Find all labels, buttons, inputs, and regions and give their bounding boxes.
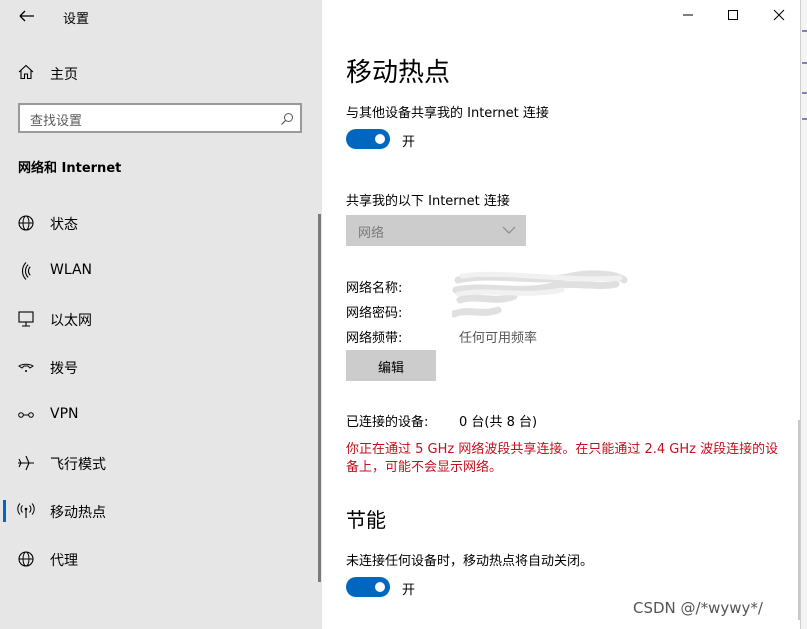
- sidebar-item-airplane-mode[interactable]: 飞行模式: [0, 442, 318, 486]
- home-link[interactable]: 主页: [50, 64, 78, 84]
- close-icon[interactable]: [767, 4, 791, 26]
- edit-button[interactable]: 编辑: [346, 350, 436, 381]
- wifi-icon: [22, 262, 31, 280]
- search-placeholder: 查找设置: [30, 114, 83, 129]
- window-title: 设置: [63, 12, 90, 27]
- sidebar-item-label: WLAN: [50, 262, 93, 278]
- content-scrollbar[interactable]: [798, 420, 800, 620]
- sidebar-item-proxy[interactable]: 代理: [0, 538, 318, 582]
- chevron-down-icon: [502, 226, 516, 234]
- network-band-label: 网络频带:: [346, 331, 403, 346]
- watermark: CSDN @/*wywy*/: [633, 599, 763, 617]
- sidebar-item-label: 拨号: [50, 361, 78, 377]
- sidebar-item-vpn[interactable]: VPN: [0, 394, 318, 438]
- power-saving-description: 未连接任何设备时，移动热点将自动关闭。: [346, 554, 594, 569]
- sidebar-item-label: 移动热点: [50, 505, 106, 521]
- band-warning: 你正在通过 5 GHz 网络波段共享连接。在只能通过 2.4 GHz 波段连接的…: [346, 442, 779, 475]
- sidebar-item-label: VPN: [50, 406, 79, 422]
- toggle-knob: [375, 134, 385, 144]
- sidebar-item-label: 飞行模式: [50, 457, 106, 473]
- power-saving-toggle[interactable]: [346, 577, 390, 597]
- redaction-scribble: [452, 270, 628, 318]
- sidebar-item-wlan[interactable]: WLAN: [0, 250, 318, 294]
- ethernet-icon: [18, 311, 34, 327]
- sidebar-item-label: 状态: [50, 217, 78, 233]
- power-toggle-state: 开: [402, 583, 416, 598]
- sidebar-item-dialup[interactable]: 拨号: [0, 346, 318, 390]
- back-arrow-icon[interactable]: [14, 6, 38, 26]
- network-password-label: 网络密码:: [346, 306, 403, 321]
- share-toggle-state: 开: [402, 135, 416, 150]
- network-band-value: 任何可用频率: [459, 331, 538, 346]
- share-from-label: 共享我的以下 Internet 连接: [346, 194, 510, 209]
- search-input[interactable]: 查找设置: [18, 103, 302, 133]
- minimize-icon[interactable]: [676, 4, 700, 26]
- sidebar-item-label: 以太网: [50, 313, 92, 329]
- dialup-icon: [18, 363, 34, 372]
- selection-indicator: [3, 500, 6, 522]
- sidebar-item-ethernet[interactable]: 以太网: [0, 298, 318, 342]
- share-connection-toggle[interactable]: [346, 129, 390, 149]
- sidebar-scrollbar[interactable]: [318, 214, 321, 582]
- connected-devices-label: 已连接的设备:: [346, 415, 429, 430]
- power-saving-title: 节能: [346, 508, 386, 532]
- home-icon[interactable]: [17, 63, 35, 81]
- search-icon: [281, 113, 293, 125]
- network-name-label: 网络名称:: [346, 281, 403, 296]
- globe-status-icon: [18, 215, 34, 231]
- page-title: 移动热点: [346, 58, 451, 88]
- section-title: 网络和 Internet: [18, 161, 122, 176]
- background-window-edge: [800, 0, 807, 629]
- airplane-icon: [18, 455, 34, 471]
- maximize-icon[interactable]: [721, 4, 745, 26]
- sidebar-item-label: 代理: [50, 553, 78, 569]
- share-from-dropdown[interactable]: 网络: [346, 215, 526, 246]
- vpn-icon: [18, 412, 34, 418]
- hotspot-icon: [17, 503, 35, 518]
- toggle-knob: [375, 582, 385, 592]
- sidebar-item-mobile-hotspot[interactable]: 移动热点: [0, 490, 318, 534]
- edit-button-label: 编辑: [377, 361, 404, 376]
- sidebar-item-status[interactable]: 状态: [0, 202, 318, 246]
- globe-proxy-icon: [18, 551, 34, 567]
- connected-devices-value: 0 台(共 8 台): [459, 415, 538, 430]
- share-from-value: 网络: [358, 226, 385, 241]
- share-connection-label: 与其他设备共享我的 Internet 连接: [346, 106, 549, 121]
